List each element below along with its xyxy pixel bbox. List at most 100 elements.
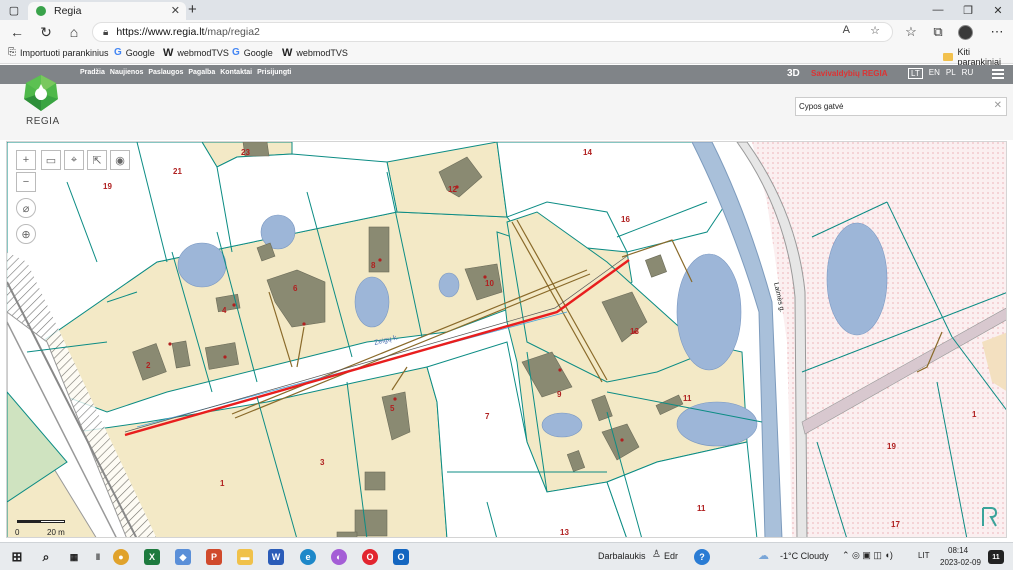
refresh-icon[interactable]: ↻ xyxy=(37,23,55,41)
parcel-number: 13 xyxy=(560,528,569,537)
w-icon: W xyxy=(282,47,293,59)
parcel-number: 21 xyxy=(173,167,182,176)
browser-tab[interactable]: Regia ✕ xyxy=(28,2,186,20)
read-aloud-icon[interactable]: A xyxy=(843,24,850,36)
search-value: Cypos gatvė xyxy=(799,102,844,111)
clock-date[interactable]: 2023-02-09 xyxy=(940,558,981,567)
app-icon[interactable]: ◆ xyxy=(175,549,191,565)
scale-label: 20 m xyxy=(47,528,65,537)
lang-ru[interactable]: RU xyxy=(962,68,974,79)
profile-avatar[interactable] xyxy=(958,25,973,40)
parcel-number: 14 xyxy=(583,148,592,157)
parcel-number: 11 xyxy=(697,504,706,513)
map-canvas xyxy=(7,142,1006,537)
other-bookmarks[interactable]: Kiti parankiniai xyxy=(943,47,1013,67)
parcel-number: 1 xyxy=(972,410,977,419)
parcel-number: 16 xyxy=(621,215,630,224)
parcel-number: 7 xyxy=(485,412,490,421)
window-menu-icon[interactable]: ▢ xyxy=(6,0,22,20)
edge-icon[interactable]: e xyxy=(300,549,316,565)
clock-time[interactable]: 08:14 xyxy=(948,546,968,555)
bookmark-webmodtvs[interactable]: WwebmodTVS xyxy=(163,47,229,59)
collections-icon[interactable]: ⧉ xyxy=(929,23,947,41)
regia-logo[interactable]: REGIA xyxy=(22,73,60,129)
back-arrow-icon[interactable]: ← xyxy=(8,23,26,41)
address-search-input[interactable]: Cypos gatvė ✕ xyxy=(795,97,1007,116)
compass-icon[interactable]: ⌀ xyxy=(16,198,36,218)
weather-text[interactable]: -1°C Cloudy xyxy=(780,551,829,561)
favorites-icon[interactable]: ☆ xyxy=(902,23,920,41)
clear-search-icon[interactable]: ✕ xyxy=(994,100,1002,111)
regia-corner-logo-icon[interactable] xyxy=(979,506,999,528)
cadastral-map[interactable]: 23 14 19 21 16 12 8 6 10 4 2 13 9 5 7 11 3 1 11 13 1 19 17 Zei… xyxy=(6,141,1007,538)
excel-icon[interactable]: X xyxy=(144,549,160,565)
opera-icon[interactable]: O xyxy=(362,549,378,565)
minimize-icon[interactable]: — xyxy=(923,0,953,20)
favorite-star-icon[interactable]: ☆ xyxy=(870,24,880,37)
export-tool-icon[interactable]: ⇱ xyxy=(87,150,107,170)
gps-icon[interactable]: ⊕ xyxy=(16,224,36,244)
parcel-number: 3 xyxy=(320,458,325,467)
notifications-icon[interactable]: 11 xyxy=(988,550,1004,564)
browser-icon[interactable]: ◐ xyxy=(331,549,347,565)
parcel-number: 4 xyxy=(222,306,227,315)
outlook-icon[interactable]: O xyxy=(393,549,409,565)
url-path: /map/regia2 xyxy=(204,26,260,38)
folder-icon xyxy=(943,53,954,61)
locate-tool-icon[interactable]: ◉ xyxy=(110,150,130,170)
bookmark-webmodtvs-2[interactable]: WwebmodTVS xyxy=(282,47,348,59)
bookmark-google[interactable]: G Google xyxy=(114,47,155,58)
lang-pl[interactable]: PL xyxy=(946,68,956,79)
taskbar-desktop-label[interactable]: Darbalaukis xyxy=(598,551,646,561)
new-tab-button[interactable]: + xyxy=(188,1,197,18)
tab-title: Regia xyxy=(54,5,82,17)
parcel-number: 23 xyxy=(241,148,250,157)
nav-prisijungti[interactable]: Prisijungti xyxy=(257,69,291,76)
zoom-out-button[interactable]: − xyxy=(16,172,36,192)
hamburger-menu-icon[interactable] xyxy=(992,69,1004,79)
more-options-icon[interactable]: ⋯ xyxy=(988,23,1006,41)
parcel-number: 11 xyxy=(683,394,692,403)
bookmark-import[interactable]: ⎘ Importuoti parankinius xyxy=(8,47,109,58)
file-explorer-icon[interactable]: ▬ xyxy=(237,549,253,565)
task-view-icon[interactable]: ▦ xyxy=(66,549,82,565)
powerpoint-icon[interactable]: P xyxy=(206,549,222,565)
url-field[interactable]: 🔒︎ https://www.regia.lt/map/regia2 A ☆ xyxy=(92,22,893,42)
nav-kontaktai[interactable]: Kontaktai xyxy=(220,69,252,76)
lang-lt[interactable]: LT xyxy=(908,68,923,79)
nav-paslaugos[interactable]: Paslaugos xyxy=(148,69,183,76)
help-icon[interactable]: ? xyxy=(694,549,710,565)
marker-tool-icon[interactable]: ⌖ xyxy=(64,150,84,170)
input-language[interactable]: LIT xyxy=(918,551,930,560)
tray-icons[interactable]: ⌃ ◎ ▣ ◫ ◖) xyxy=(842,550,893,561)
google-icon: G xyxy=(114,47,122,58)
parcel-number: 1 xyxy=(220,479,225,488)
parcel-number: 17 xyxy=(891,520,900,529)
start-windows-icon[interactable]: ⊞ xyxy=(9,549,25,565)
lang-en[interactable]: EN xyxy=(929,68,940,79)
measure-tool-icon[interactable]: ▭ xyxy=(41,150,61,170)
mode-3d-button[interactable]: 3D xyxy=(787,68,800,79)
close-window-icon[interactable]: ✕ xyxy=(983,0,1013,20)
nav-pagalba[interactable]: Pagalba xyxy=(188,69,215,76)
search-icon[interactable]: ⌕ xyxy=(38,549,54,565)
scale-zero: 0 xyxy=(15,528,20,537)
parcel-number: 8 xyxy=(371,261,376,270)
chrome-icon[interactable]: ● xyxy=(113,549,129,565)
divider-icon: ‖ xyxy=(95,552,101,562)
bookmark-google-2[interactable]: G Google xyxy=(232,47,273,58)
regia-favicon xyxy=(36,6,46,16)
home-icon[interactable]: ⌂ xyxy=(65,23,83,41)
taskbar-user[interactable]: Edr xyxy=(664,551,678,561)
nav-pradzia[interactable]: Pradžia xyxy=(80,69,105,76)
parcel-number: 5 xyxy=(390,404,395,413)
municipality-title[interactable]: Savivaldybių REGIA xyxy=(811,69,887,78)
restore-icon[interactable]: ❐ xyxy=(953,0,983,20)
parcel-number: 19 xyxy=(887,442,896,451)
word-icon[interactable]: W xyxy=(268,549,284,565)
nav-naujienos[interactable]: Naujienos xyxy=(110,69,143,76)
zoom-in-button[interactable]: + xyxy=(16,150,36,170)
site-navbar: Pradžia Naujienos Paslaugos Pagalba Kont… xyxy=(0,65,1013,84)
cloud-icon: ☁ xyxy=(758,550,769,562)
close-tab-icon[interactable]: ✕ xyxy=(171,4,180,17)
